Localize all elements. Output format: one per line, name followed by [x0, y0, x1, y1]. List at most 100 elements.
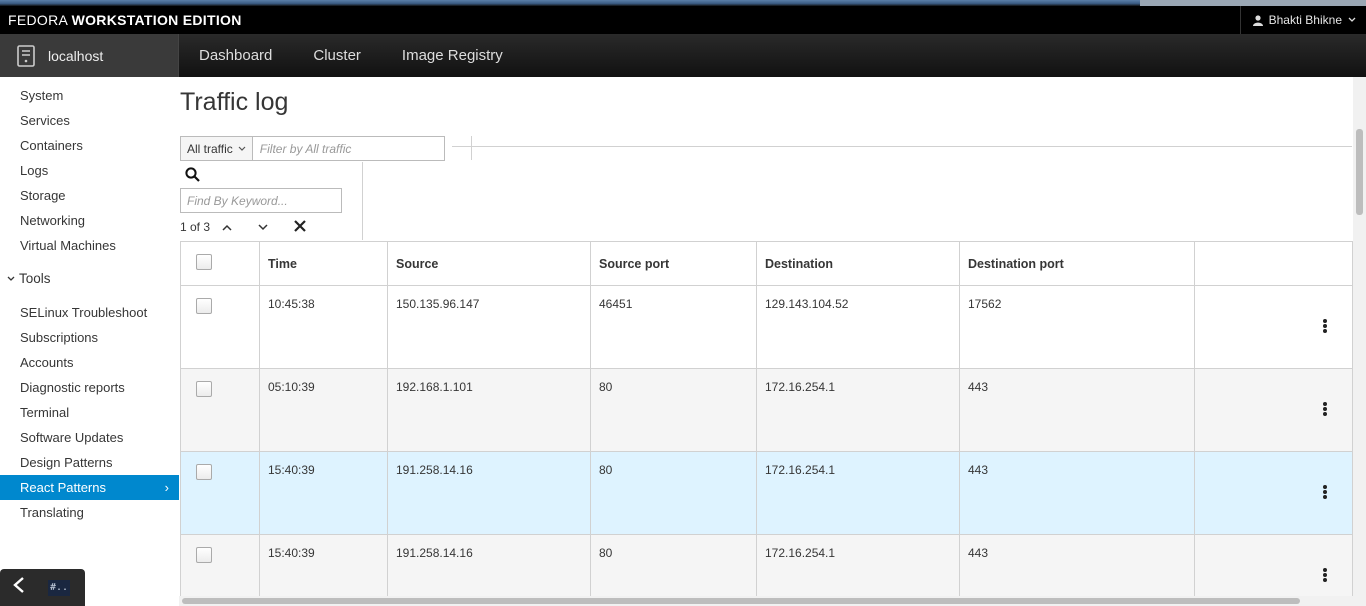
cell-source-port: 80 — [590, 368, 757, 452]
traffic-filter-dropdown[interactable]: All traffic — [180, 136, 253, 161]
cell-source-port: 46451 — [590, 285, 757, 369]
table-row[interactable]: 10:45:38 150.135.96.147 46451 129.143.10… — [180, 285, 1353, 369]
vertical-scrollbar[interactable] — [1353, 77, 1366, 606]
sidebar-group-tools[interactable]: Tools — [0, 266, 179, 291]
chevron-up-icon[interactable] — [222, 220, 232, 234]
table-row[interactable]: 05:10:39 192.168.1.101 80 172.16.254.1 4… — [180, 368, 1353, 452]
row-actions-cell — [1194, 368, 1353, 452]
kebab-menu-icon[interactable] — [1323, 318, 1327, 334]
sidebar-item-containers[interactable]: Containers — [0, 133, 179, 158]
sidebar-item-terminal[interactable]: Terminal — [0, 400, 179, 425]
cell-time: 15:40:39 — [259, 451, 388, 535]
column-header-source-port[interactable]: Source port — [590, 241, 757, 286]
user-name: Bhakti Bhikne — [1268, 13, 1342, 27]
brand-bar: FEDORA WORKSTATION EDITION Bhakti Bhikne — [0, 6, 1366, 34]
kebab-menu-icon[interactable] — [1323, 567, 1327, 583]
column-header-source[interactable]: Source — [387, 241, 591, 286]
nav-links: Dashboard Cluster Image Registry — [179, 34, 503, 77]
chevron-down-icon[interactable] — [258, 220, 268, 234]
dock: #.. — [0, 569, 85, 606]
cell-destination: 172.16.254.1 — [756, 368, 960, 452]
table-header-row: Time Source Source port Destination Dest… — [180, 241, 1353, 286]
chevron-down-icon — [238, 146, 246, 151]
sidebar-item-virtual-machines[interactable]: Virtual Machines — [0, 233, 179, 258]
kebab-menu-icon[interactable] — [1323, 401, 1327, 417]
sidebar-item-design-patterns[interactable]: Design Patterns — [0, 450, 179, 475]
row-checkbox[interactable] — [196, 547, 212, 563]
server-icon — [17, 44, 35, 67]
divider — [471, 136, 472, 160]
row-actions-cell — [1194, 285, 1353, 369]
divider — [452, 146, 1352, 147]
cell-source: 150.135.96.147 — [387, 285, 591, 369]
chevron-down-icon — [7, 276, 15, 282]
nav-dashboard[interactable]: Dashboard — [199, 47, 272, 64]
match-counter: 1 of 3 — [180, 220, 211, 234]
row-select-cell — [180, 451, 260, 535]
sidebar-item-networking[interactable]: Networking — [0, 208, 179, 233]
sidebar-item-subscriptions[interactable]: Subscriptions — [0, 325, 179, 350]
sidebar-item-translating[interactable]: Translating — [0, 500, 179, 525]
column-header-actions — [1194, 241, 1353, 286]
scrollbar-thumb[interactable] — [1356, 129, 1363, 215]
sidebar: System Services Containers Logs Storage … — [0, 77, 179, 606]
host-name: localhost — [48, 47, 104, 64]
close-icon[interactable] — [294, 217, 306, 237]
row-checkbox[interactable] — [196, 298, 212, 314]
select-all-checkbox[interactable] — [196, 254, 212, 270]
sidebar-item-system[interactable]: System — [0, 83, 179, 108]
keyword-search-input[interactable]: Find By Keyword... — [180, 188, 342, 213]
column-header-destination-port[interactable]: Destination port — [959, 241, 1195, 286]
search-icon[interactable] — [185, 167, 200, 187]
dropdown-label: All traffic — [187, 141, 233, 156]
sidebar-item-label: React Patterns — [20, 480, 106, 495]
user-menu[interactable]: Bhakti Bhikne — [1239, 6, 1366, 34]
sidebar-item-storage[interactable]: Storage — [0, 183, 179, 208]
page-title: Traffic log — [180, 88, 289, 116]
cell-source: 191.258.14.16 — [387, 451, 591, 535]
column-header-time[interactable]: Time — [259, 241, 388, 286]
chevron-right-icon: › — [164, 480, 169, 495]
sidebar-item-accounts[interactable]: Accounts — [0, 350, 179, 375]
table-row[interactable]: 15:40:39 191.258.14.16 80 172.16.254.1 4… — [180, 451, 1353, 535]
brand-title: FEDORA WORKSTATION EDITION — [8, 12, 242, 28]
main-content: Traffic log All traffic Filter by All tr… — [179, 77, 1366, 606]
cell-source-port: 80 — [590, 451, 757, 535]
divider — [362, 162, 363, 240]
sidebar-item-services[interactable]: Services — [0, 108, 179, 133]
horizontal-scrollbar[interactable] — [179, 596, 1353, 606]
sidebar-item-logs[interactable]: Logs — [0, 158, 179, 183]
nav-cluster[interactable]: Cluster — [313, 47, 361, 64]
row-actions-cell — [1194, 451, 1353, 535]
sidebar-item-diagnostic-reports[interactable]: Diagnostic reports — [0, 375, 179, 400]
sidebar-item-react-patterns[interactable]: React Patterns › — [0, 475, 179, 500]
row-checkbox[interactable] — [196, 381, 212, 397]
sidebar-item-software-updates[interactable]: Software Updates — [0, 425, 179, 450]
sidebar-group-label: Tools — [19, 271, 51, 286]
host-switcher[interactable]: localhost — [0, 34, 179, 77]
row-select-cell — [180, 368, 260, 452]
kebab-menu-icon[interactable] — [1323, 484, 1327, 500]
cell-destination-port: 17562 — [959, 285, 1195, 369]
filter-row: All traffic Filter by All traffic — [180, 136, 445, 161]
row-select-cell — [180, 285, 260, 369]
terminal-icon[interactable]: #.. — [48, 579, 70, 596]
nav-image-registry[interactable]: Image Registry — [402, 47, 503, 64]
scrollbar-thumb[interactable] — [182, 598, 1300, 604]
cell-destination-port: 443 — [959, 368, 1195, 452]
select-all-cell — [180, 241, 260, 286]
back-arrow-icon[interactable] — [12, 576, 26, 600]
cell-destination: 129.143.104.52 — [756, 285, 960, 369]
cell-time: 05:10:39 — [259, 368, 388, 452]
sidebar-item-selinux[interactable]: SELinux Troubleshoot — [0, 300, 179, 325]
chevron-down-icon — [1348, 17, 1356, 22]
user-icon — [1252, 14, 1263, 26]
navbar: localhost Dashboard Cluster Image Regist… — [0, 34, 1366, 77]
row-checkbox[interactable] — [196, 464, 212, 480]
column-header-destination[interactable]: Destination — [756, 241, 960, 286]
cell-destination-port: 443 — [959, 451, 1195, 535]
traffic-table: Time Source Source port Destination Dest… — [180, 241, 1353, 606]
filter-input[interactable]: Filter by All traffic — [252, 136, 445, 161]
match-navigator: 1 of 3 — [180, 218, 306, 236]
cell-source: 192.168.1.101 — [387, 368, 591, 452]
